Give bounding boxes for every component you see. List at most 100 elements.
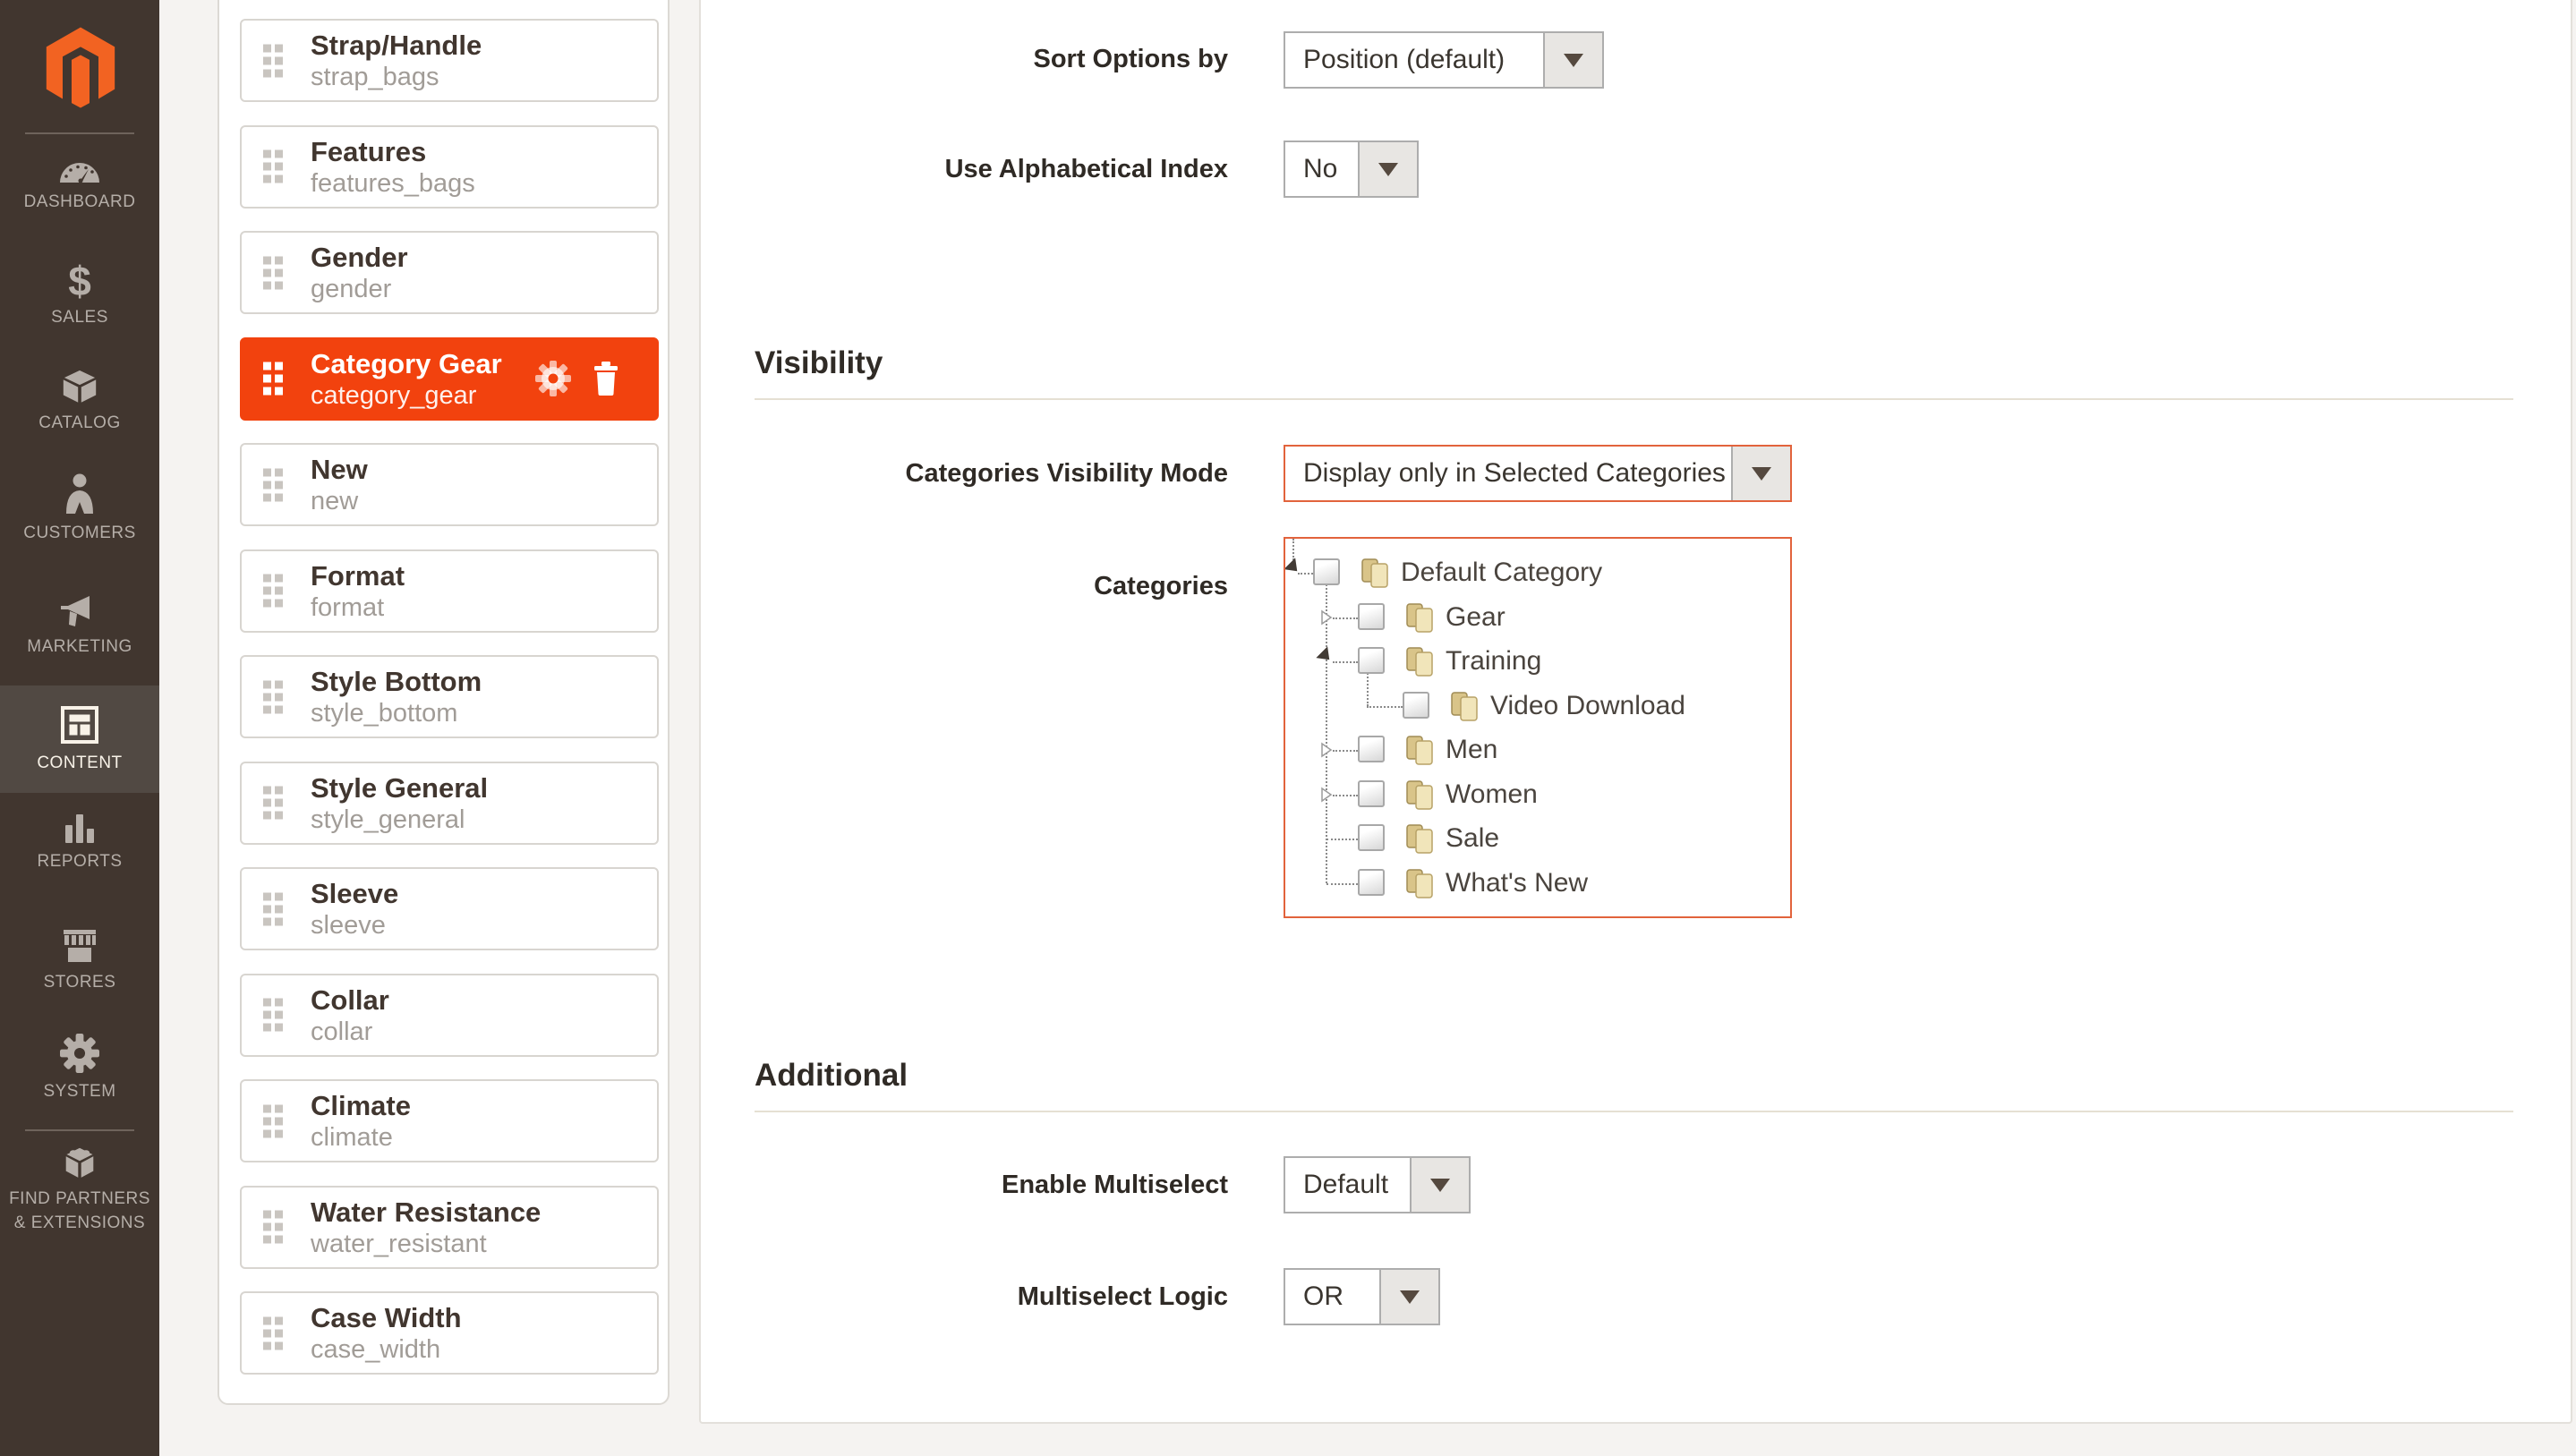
attribute-text: Strap/Handlestrap_bags	[311, 29, 482, 92]
attribute-text: Sleevesleeve	[311, 877, 398, 941]
additional-section-heading: Additional	[755, 1057, 908, 1094]
tree-expander-collapsed-icon[interactable]	[1319, 742, 1334, 758]
tree-checkbox[interactable]	[1358, 824, 1385, 851]
content-icon	[60, 705, 99, 745]
tree-checkbox[interactable]	[1358, 647, 1385, 674]
sidebar-divider	[25, 132, 134, 134]
tree-connector	[1333, 617, 1358, 619]
sort-options-by-select[interactable]: Position (default)	[1284, 31, 1604, 89]
tree-node-label[interactable]: Men	[1446, 733, 1497, 767]
chevron-down-icon	[1731, 447, 1790, 500]
tree-checkbox[interactable]	[1358, 603, 1385, 630]
attribute-card-new[interactable]: Newnew	[240, 443, 659, 526]
sidebar-item-marketing[interactable]: MARKETING	[0, 583, 159, 668]
drag-handle-icon[interactable]	[263, 44, 283, 77]
sidebar-item-system[interactable]: SYSTEM	[0, 1024, 159, 1111]
trash-icon[interactable]	[593, 362, 619, 396]
magento-logo[interactable]	[45, 27, 116, 109]
attribute-card-climate[interactable]: Climateclimate	[240, 1079, 659, 1162]
sidebar-item-dashboard[interactable]: DASHBOARD	[0, 149, 159, 224]
drag-handle-icon[interactable]	[263, 150, 283, 183]
use-alphabetical-index-select[interactable]: No	[1284, 140, 1419, 198]
categories-visibility-mode-select[interactable]: Display only in Selected Categories	[1284, 445, 1792, 502]
attribute-card-gender[interactable]: Gendergender	[240, 231, 659, 314]
categories-visibility-mode-label: Categories Visibility Mode	[852, 456, 1228, 491]
sidebar-item-catalog[interactable]: CATALOG	[0, 362, 159, 440]
drag-handle-icon[interactable]	[263, 999, 283, 1032]
drag-handle-icon[interactable]	[263, 680, 283, 713]
folder-icon	[1449, 688, 1480, 722]
attribute-card-collar[interactable]: Collarcollar	[240, 974, 659, 1057]
attribute-card-water_resistant[interactable]: Water Resistancewater_resistant	[240, 1186, 659, 1269]
tree-checkbox[interactable]	[1403, 692, 1429, 719]
attribute-text: Category Gearcategory_gear	[311, 347, 502, 411]
folder-icon	[1360, 555, 1390, 589]
sidebar-item-customers[interactable]: CUSTOMERS	[0, 460, 159, 557]
tree-node-label[interactable]: Sale	[1446, 822, 1499, 856]
drag-handle-icon[interactable]	[263, 362, 283, 396]
attribute-text: Style Bottomstyle_bottom	[311, 665, 482, 728]
attribute-title: Water Resistance	[311, 1196, 541, 1229]
drag-handle-icon[interactable]	[263, 256, 283, 289]
sidebar-item-stores[interactable]: STORES	[0, 920, 159, 1000]
drag-handle-icon[interactable]	[263, 787, 283, 820]
sidebar-item-label: SYSTEM	[43, 1081, 115, 1103]
attribute-code: case_width	[311, 1334, 462, 1365]
tree-node-label[interactable]: Video Download	[1490, 689, 1685, 723]
tree-checkbox[interactable]	[1313, 558, 1340, 585]
attribute-code: style_general	[311, 805, 488, 835]
attribute-card-features_bags[interactable]: Featuresfeatures_bags	[240, 125, 659, 209]
tree-node-label[interactable]: Gear	[1446, 600, 1506, 634]
sort-options-by-label: Sort Options by	[852, 41, 1228, 77]
sidebar-item-label: DASHBOARD	[24, 192, 136, 213]
tree-node-label[interactable]: What's New	[1446, 866, 1588, 900]
enable-multiselect-select[interactable]: Default	[1284, 1156, 1471, 1213]
tree-checkbox[interactable]	[1358, 780, 1385, 807]
tree-checkbox[interactable]	[1358, 736, 1385, 762]
tree-checkbox[interactable]	[1358, 869, 1385, 896]
tree-expander-collapsed-icon[interactable]	[1319, 787, 1334, 803]
tree-node-label[interactable]: Default Category	[1401, 556, 1602, 590]
attribute-card-strap_bags[interactable]: Strap/Handlestrap_bags	[240, 19, 659, 102]
drag-handle-icon[interactable]	[263, 575, 283, 608]
tree-expander-collapsed-icon[interactable]	[1319, 609, 1334, 626]
multiselect-logic-select[interactable]: OR	[1284, 1268, 1440, 1325]
attribute-text: Water Resistancewater_resistant	[311, 1196, 541, 1259]
attribute-card-style_bottom[interactable]: Style Bottomstyle_bottom	[240, 655, 659, 738]
tree-connector	[1326, 883, 1358, 885]
drag-handle-icon[interactable]	[263, 1104, 283, 1137]
drag-handle-icon[interactable]	[263, 468, 283, 501]
attribute-text: Collarcollar	[311, 983, 389, 1047]
tree-node-label[interactable]: Training	[1446, 644, 1541, 678]
attribute-card-format[interactable]: Formatformat	[240, 549, 659, 633]
sidebar-item-label: CONTENT	[37, 753, 122, 774]
sidebar-item-reports[interactable]: REPORTS	[0, 798, 159, 884]
sidebar-item-label: CATALOG	[38, 413, 120, 434]
sidebar-item-find-partners[interactable]: FIND PARTNERS& EXTENSIONS	[0, 1137, 159, 1240]
drag-handle-icon[interactable]	[263, 1316, 283, 1350]
gear-icon[interactable]	[535, 361, 571, 396]
tree-connector	[1292, 539, 1294, 560]
attribute-text: Style Generalstyle_general	[311, 771, 488, 835]
attribute-card-category_gear[interactable]: Category Gearcategory_gear	[240, 337, 659, 421]
attribute-text: Case Widthcase_width	[311, 1301, 462, 1365]
sidebar-item-label: STORES	[44, 972, 116, 993]
attribute-code: new	[311, 486, 368, 516]
tree-node-label[interactable]: Women	[1446, 778, 1538, 812]
sort-options-by-value: Position (default)	[1285, 33, 1543, 87]
sidebar-item-label: SALES	[51, 307, 108, 328]
attribute-card-style_general[interactable]: Style Generalstyle_general	[240, 762, 659, 845]
multiselect-logic-label: Multiselect Logic	[852, 1279, 1228, 1315]
sidebar-item-sales[interactable]: $SALES	[0, 254, 159, 336]
drag-handle-icon[interactable]	[263, 892, 283, 925]
attribute-code: style_bottom	[311, 698, 482, 728]
attribute-text: Newnew	[311, 453, 368, 516]
folder-icon	[1404, 732, 1435, 766]
drag-handle-icon[interactable]	[263, 1211, 283, 1244]
sidebar-item-content[interactable]: CONTENT	[0, 685, 159, 793]
attribute-card-sleeve[interactable]: Sleevesleeve	[240, 867, 659, 950]
attribute-settings-panel: Sort Options by Position (default) Use A…	[699, 0, 2572, 1424]
attribute-title: Style General	[311, 771, 488, 805]
attribute-card-case_width[interactable]: Case Widthcase_width	[240, 1291, 659, 1375]
attribute-text: Gendergender	[311, 241, 408, 304]
